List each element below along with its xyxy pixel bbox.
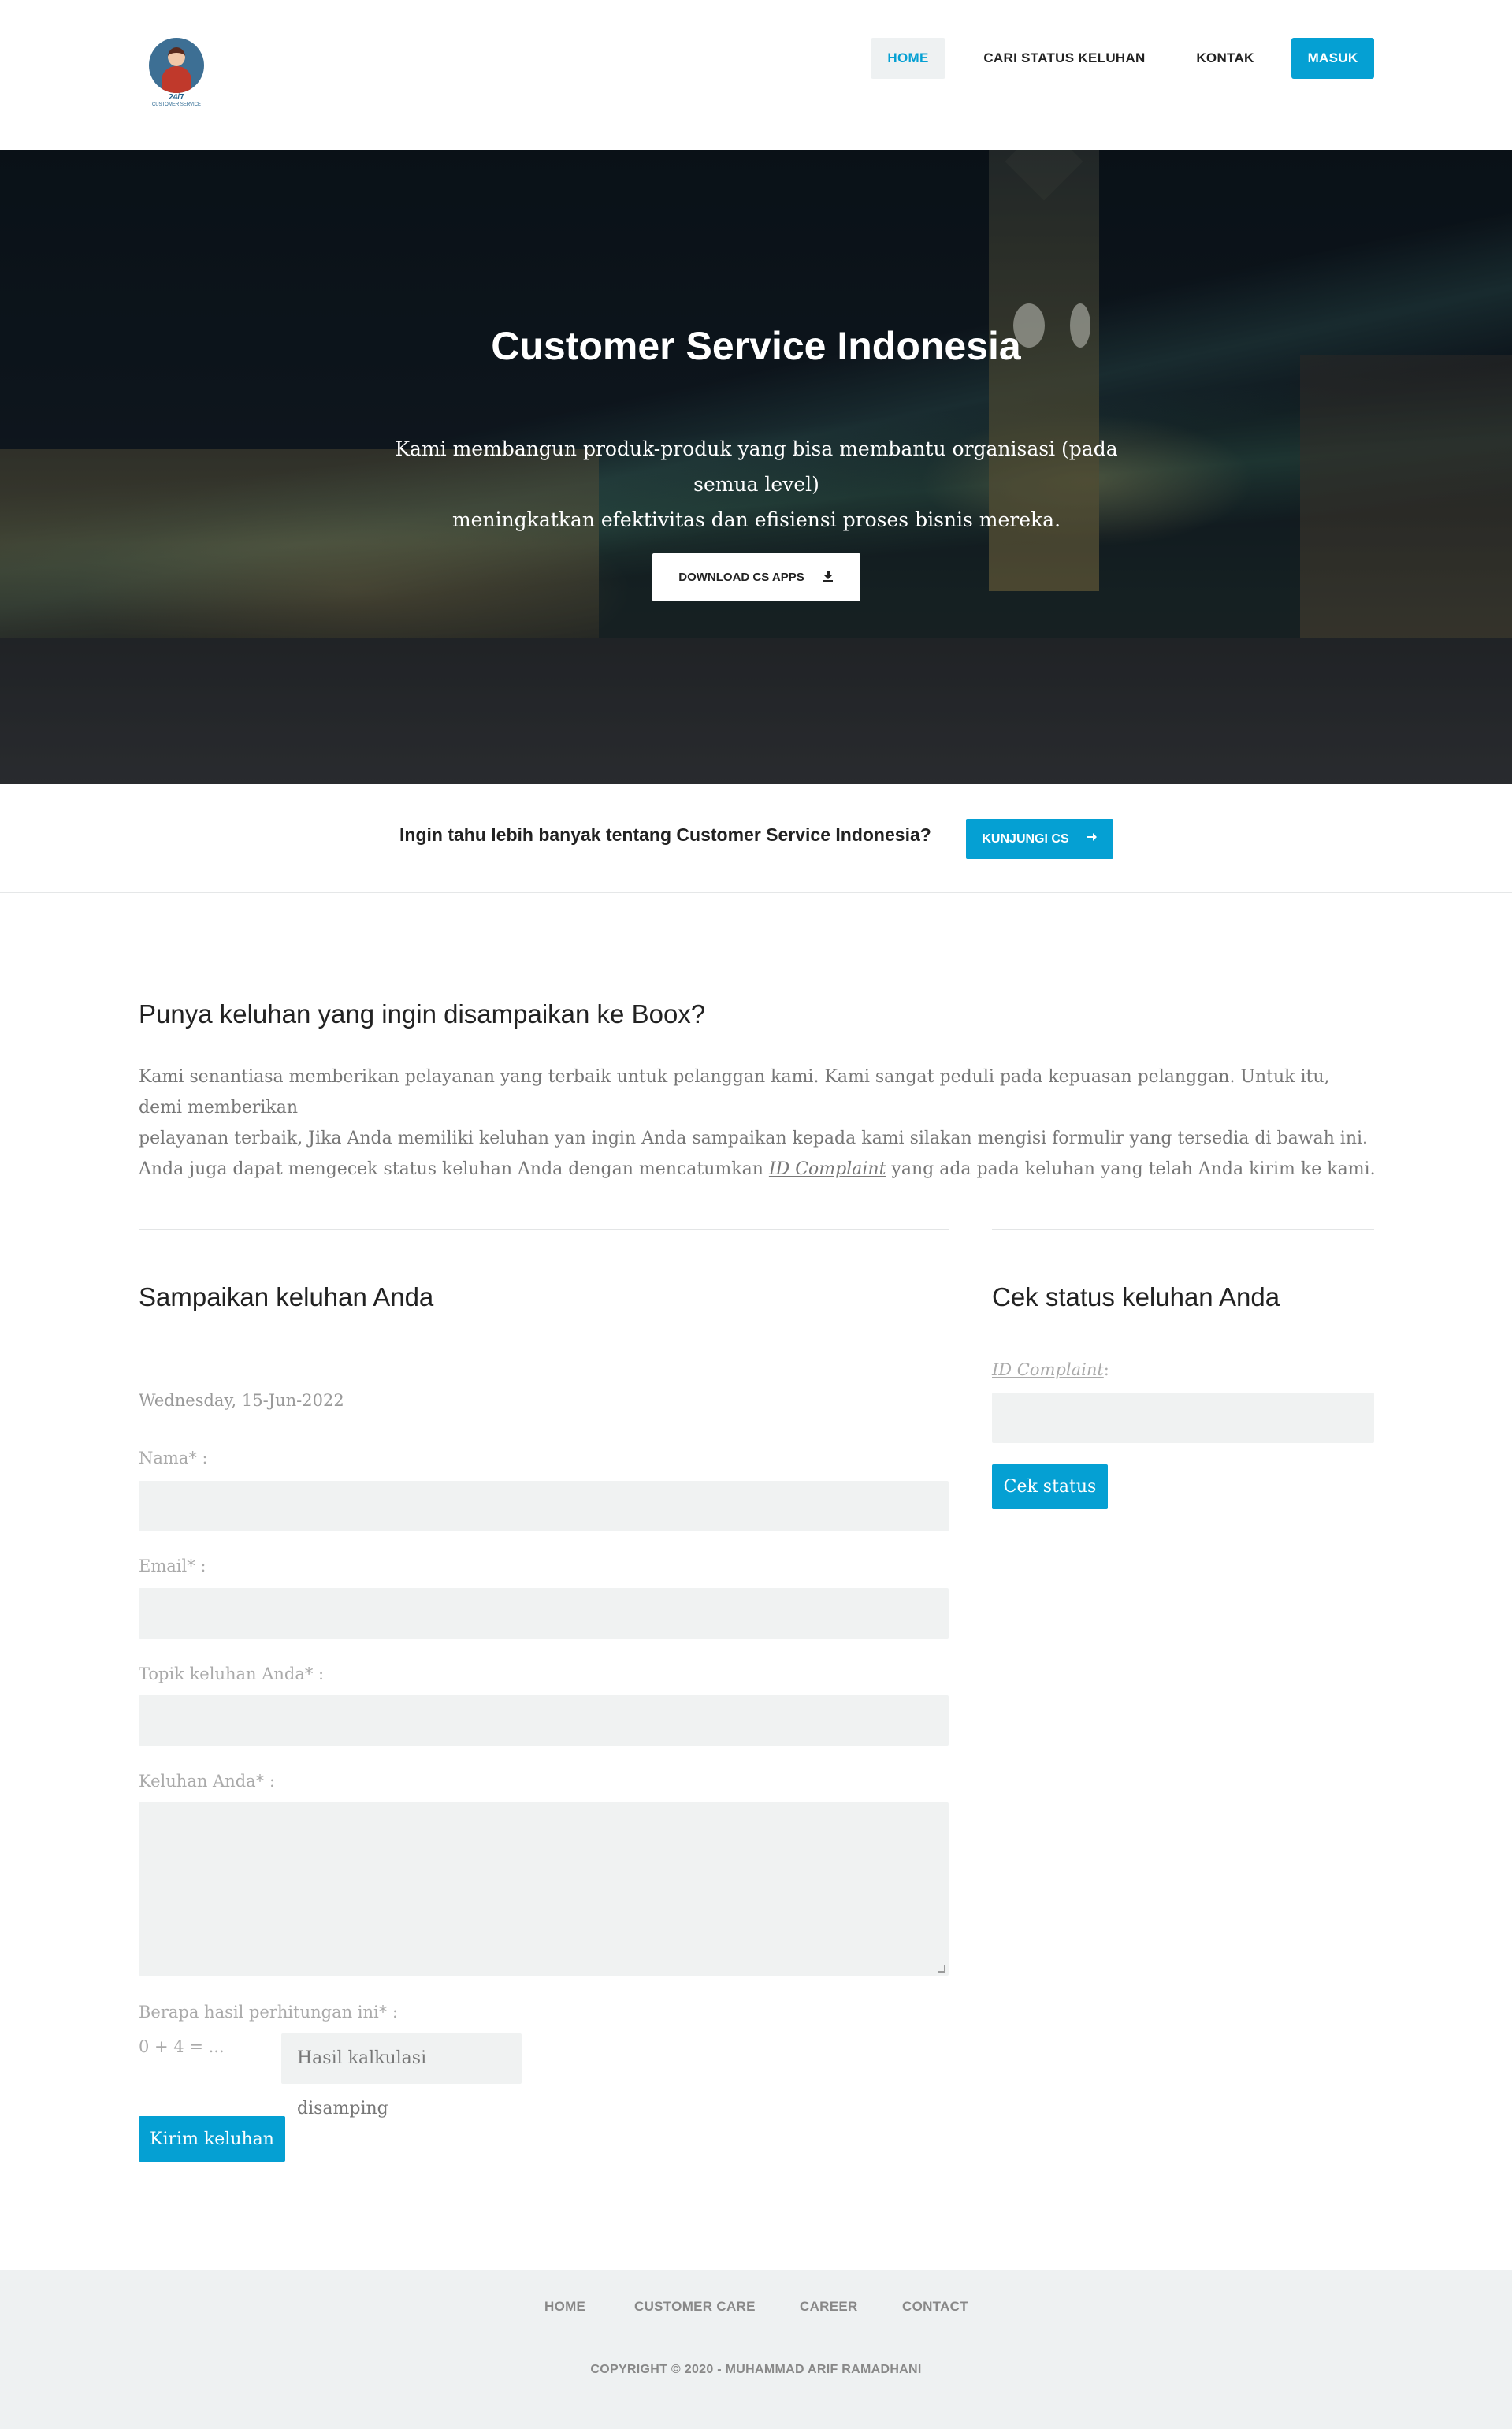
resize-handle-icon[interactable] [938,1965,945,1973]
copyright: COPYRIGHT © 2020 - MUHAMMAD ARIF RAMADHA… [590,2363,922,2376]
download-icon [822,570,834,586]
kunjungi-cs-button[interactable]: KUNJUNGI CS [966,819,1113,859]
nama-label: Nama* : [139,1449,208,1467]
intro-line: Anda juga dapat mengecek status keluhan … [139,1159,1376,1179]
email-field[interactable] [139,1588,949,1639]
hero-description: Kami membangun produk-produk yang bisa m… [362,431,1150,538]
hero-content: Customer Service Indonesia Kami membangu… [0,0,1512,784]
cta-text: Ingin tahu lebih banyak tentang Customer… [399,824,931,845]
calc-answer-input[interactable]: Hasil kalkulasi disamping [281,2033,522,2118]
download-cs-apps-button[interactable]: DOWNLOAD CS APPS [652,553,860,601]
hero-description-line: meningkatkan efektivitas dan efisiensi p… [451,508,1061,531]
complaint-intro-text: Kami senantiasa memberikan pelayanan yan… [139,1062,1376,1185]
nama-field[interactable] [139,1481,949,1531]
hero-description-line: Kami membangun produk-produk yang bisa m… [395,437,1118,496]
hero-title: Customer Service Indonesia [491,324,1021,368]
download-button-label: DOWNLOAD CS APPS [678,571,804,584]
id-complaint-link[interactable]: ID Complaint [769,1159,886,1179]
form-date: Wednesday, 15-Jun-2022 [139,1391,344,1410]
divider [139,1229,949,1230]
calc-label: Berapa hasil perhitungan ini* : [139,2003,398,2022]
footer-link-home[interactable]: HOME [544,2299,585,2315]
kunjungi-button-label: KUNJUNGI CS [982,831,1069,846]
topik-label: Topik keluhan Anda* : [139,1665,325,1683]
keluhan-label: Keluhan Anda* : [139,1772,275,1791]
keluhan-textarea[interactable] [139,1802,949,1976]
footer-link-contact[interactable]: CONTACT [902,2299,968,2315]
site-footer [0,2270,1512,2429]
intro-line: pelayanan terbaik, Jika Anda memiliki ke… [139,1129,1369,1148]
intro-line: Kami senantiasa memberikan pelayanan yan… [139,1067,1330,1118]
footer-link-career[interactable]: CAREER [800,2299,858,2315]
calc-question: 0 + 4 = ... [139,2037,225,2056]
topik-field[interactable] [139,1695,949,1746]
complaint-intro-title: Punya keluhan yang ingin disampaikan ke … [139,999,706,1029]
check-status-button[interactable]: Cek status [992,1464,1108,1509]
email-label: Email* : [139,1557,206,1575]
arrow-right-icon [1085,831,1098,847]
status-check-title: Cek status keluhan Anda [992,1282,1280,1311]
complaint-form-title: Sampaikan keluhan Anda [139,1282,434,1311]
id-complaint-field[interactable] [992,1393,1374,1443]
id-complaint-label: ID Complaint: [992,1360,1109,1379]
divider [992,1229,1374,1230]
submit-complaint-button[interactable]: Kirim keluhan [139,2116,285,2162]
footer-link-customer-care[interactable]: CUSTOMER CARE [634,2299,756,2315]
